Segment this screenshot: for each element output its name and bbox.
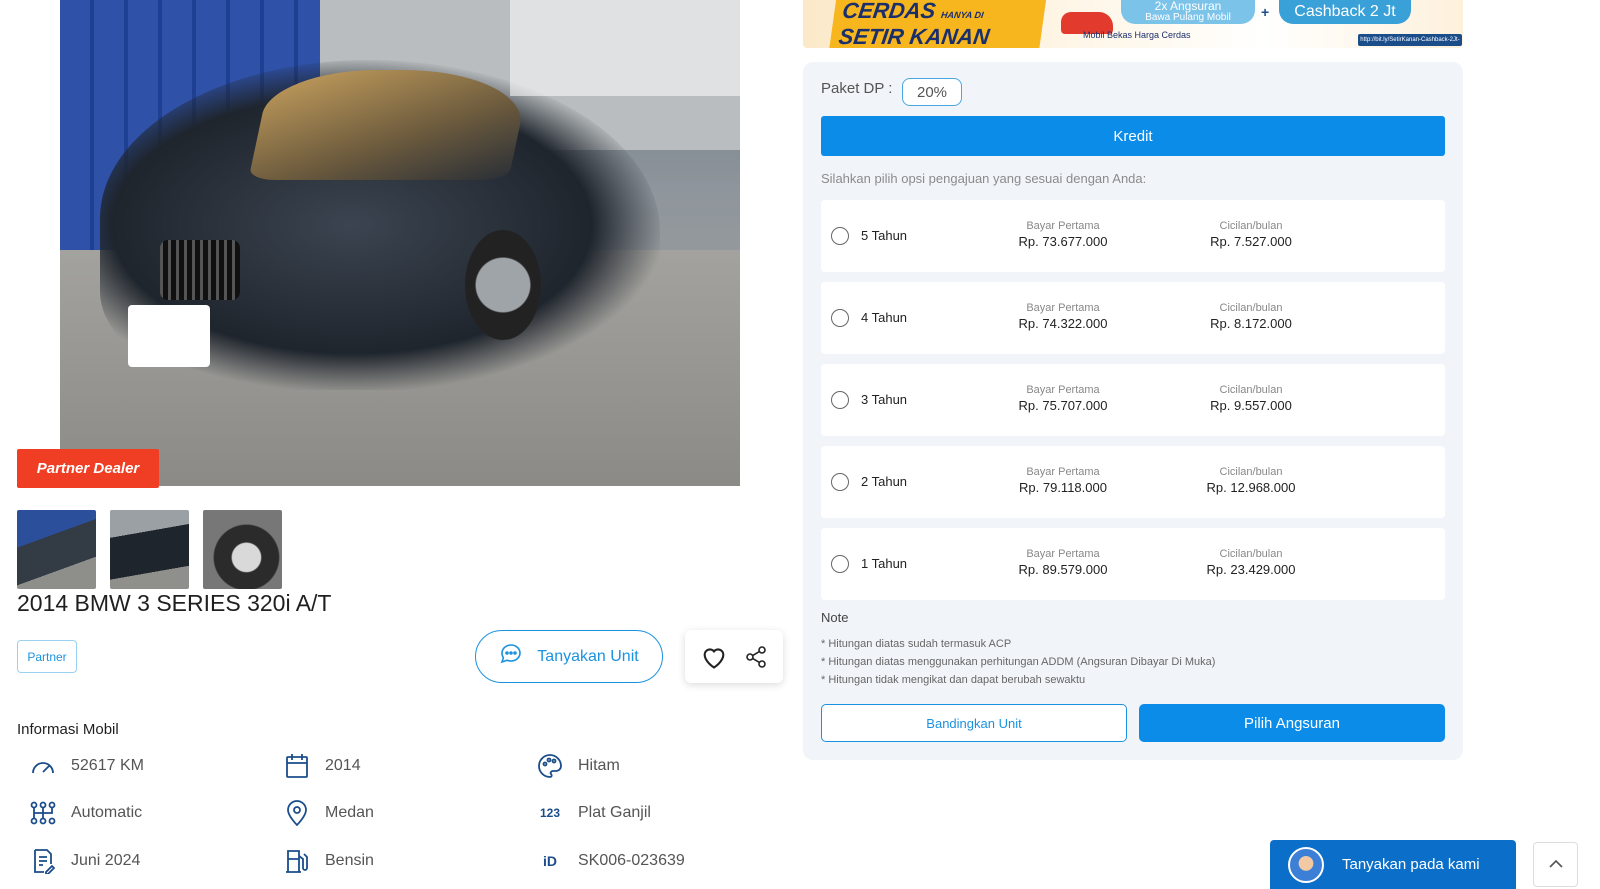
banner-installment-pill: 2x Angsuran Bawa Pulang Mobil	[1121, 0, 1255, 24]
id-icon: iD	[543, 853, 557, 869]
installment-option-5[interactable]: 5 Tahun Bayar Pertama Rp. 73.677.000 Cici…	[821, 200, 1445, 272]
spec-location: Medan	[283, 799, 374, 827]
calendar-icon	[283, 752, 311, 780]
thumbnail-2[interactable]	[110, 510, 189, 589]
car-grille	[160, 240, 240, 300]
location-pin-icon	[283, 799, 311, 827]
first-payment: Bayar Pertama Rp. 75.707.000	[1018, 384, 1108, 413]
spec-color: Hitam	[536, 752, 620, 780]
spec-mileage: 52617 KM	[29, 752, 144, 780]
monthly-payment: Cicilan/bulan Rp. 23.429.000	[1206, 548, 1296, 577]
spec-year: 2014	[283, 752, 361, 780]
banner-subtitle: Mobil Bekas Harga Cerdas	[1083, 30, 1191, 40]
chevron-up-icon	[1548, 856, 1563, 874]
chat-bubble-icon	[499, 642, 523, 671]
setir-kanan-badge-logo	[128, 305, 210, 367]
kredit-tab[interactable]: Kredit	[821, 116, 1445, 156]
radio-button[interactable]	[831, 309, 849, 327]
monthly-payment: Cicilan/bulan Rp. 12.968.000	[1206, 466, 1296, 495]
thumbnail-3[interactable]	[203, 510, 282, 589]
car-title: 2014 BMW 3 SERIES 320i A/T	[17, 590, 332, 616]
installment-option-1[interactable]: 1 Tahun Bayar Pertama Rp. 89.579.000 Cici…	[821, 528, 1445, 600]
banner-link: http://bit.ly/SetirKanan-Cashback-2Jt-SK	[1358, 34, 1462, 46]
note-line: * Hitungan tidak mengikat dan dapat beru…	[821, 674, 1086, 686]
instruction-text: Silahkan pilih opsi pengajuan yang sesua…	[821, 171, 1147, 186]
spec-plate: 123 Plat Ganjil	[536, 799, 651, 827]
favorite-share-group	[685, 630, 783, 683]
installment-option-3[interactable]: 3 Tahun Bayar Pertama Rp. 75.707.000 Cici…	[821, 364, 1445, 436]
spec-id: iD SK006-023639	[536, 847, 685, 875]
spec-transmission: Automatic	[29, 799, 142, 827]
monthly-payment: Cicilan/bulan Rp. 9.557.000	[1210, 384, 1292, 413]
note-title: Note	[821, 610, 849, 625]
promo-banner[interactable]: CERDAS HANYA DI SETIR KANAN 2x Angsuran …	[803, 0, 1463, 48]
partner-tag: Partner	[17, 640, 77, 673]
gearbox-icon	[29, 799, 57, 827]
credit-panel: Paket DP : 20% Kredit Silahkan pilih ops…	[803, 62, 1463, 760]
radio-button[interactable]	[831, 555, 849, 573]
radio-button[interactable]	[831, 391, 849, 409]
banner-cashback-pill: Cashback 2 Jt	[1279, 0, 1411, 24]
monthly-payment: Cicilan/bulan Rp. 7.527.000	[1210, 220, 1292, 249]
heart-icon[interactable]	[700, 644, 728, 670]
car-wheel	[465, 230, 541, 340]
installment-option-4[interactable]: 4 Tahun Bayar Pertama Rp. 74.322.000 Cici…	[821, 282, 1445, 354]
note-line: * Hitungan diatas sudah termasuk ACP	[821, 638, 1012, 650]
partner-dealer-badge: Partner Dealer	[17, 449, 159, 488]
spec-date: Juni 2024	[29, 847, 140, 875]
info-section-title: Informasi Mobil	[17, 721, 119, 738]
main-car-photo[interactable]	[60, 0, 740, 486]
fuel-pump-icon	[283, 847, 311, 875]
banner-headline: CERDAS HANYA DI SETIR KANAN	[829, 0, 1047, 48]
thumbnail-strip	[17, 510, 282, 589]
first-payment: Bayar Pertama Rp. 89.579.000	[1018, 548, 1108, 577]
chat-label: Tanyakan pada kami	[1342, 856, 1480, 873]
radio-button[interactable]	[831, 473, 849, 491]
chat-with-us-button[interactable]: Tanyakan pada kami	[1270, 840, 1516, 889]
spec-fuel: Bensin	[283, 847, 374, 875]
ask-unit-button[interactable]: Tanyakan Unit	[475, 630, 663, 683]
thumbnail-1[interactable]	[17, 510, 96, 589]
document-icon	[29, 847, 57, 875]
scroll-to-top-button[interactable]	[1533, 842, 1578, 887]
first-payment: Bayar Pertama Rp. 74.322.000	[1018, 302, 1108, 331]
first-payment: Bayar Pertama Rp. 73.677.000	[1018, 220, 1108, 249]
dp-option-20[interactable]: 20%	[902, 78, 962, 106]
note-line: * Hitungan diatas menggunakan perhitunga…	[821, 656, 1216, 668]
palette-icon	[536, 752, 564, 780]
dp-label: Paket DP :	[821, 80, 893, 97]
monthly-payment: Cicilan/bulan Rp. 8.172.000	[1210, 302, 1292, 331]
compare-unit-button[interactable]: Bandingkan Unit	[821, 704, 1127, 742]
installment-option-2[interactable]: 2 Tahun Bayar Pertama Rp. 79.118.000 Cici…	[821, 446, 1445, 518]
first-payment: Bayar Pertama Rp. 79.118.000	[1019, 466, 1107, 495]
ask-unit-label: Tanyakan Unit	[537, 647, 639, 665]
avatar	[1288, 846, 1324, 883]
choose-installment-button[interactable]: Pilih Angsuran	[1139, 704, 1445, 742]
numbers-icon: 123	[539, 806, 561, 820]
banner-plus: +	[1261, 4, 1270, 20]
car-windshield	[248, 70, 532, 180]
radio-button[interactable]	[831, 227, 849, 245]
speedometer-icon	[29, 752, 57, 780]
share-icon[interactable]	[744, 645, 768, 669]
setir-kanan-watermark-logo	[510, 0, 740, 96]
